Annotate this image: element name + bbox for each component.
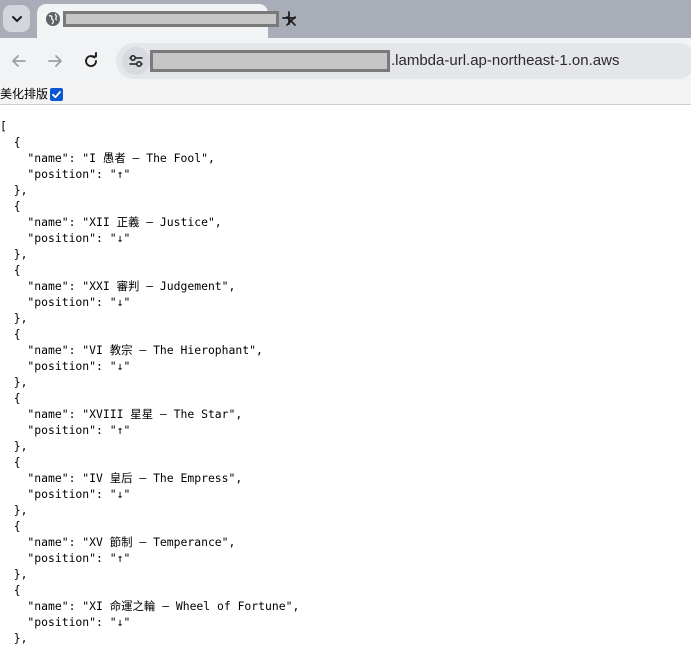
reload-icon (85, 52, 97, 67)
pretty-print-checkbox[interactable] (50, 87, 64, 101)
json-line: { (0, 391, 21, 405)
url-text: .lambda-url.ap-northeast-1.on.aws (391, 52, 620, 69)
globe-icon (46, 12, 60, 26)
json-line: { (0, 199, 21, 213)
json-line: "name": "XII 正義 — Justice", (0, 215, 222, 229)
json-line: }, (0, 567, 28, 581)
json-line: { (0, 519, 21, 533)
json-line: "name": "XXI 審判 — Judgement", (0, 279, 236, 293)
json-line: "name": "I 愚者 — The Fool", (0, 151, 215, 165)
json-line: }, (0, 503, 28, 517)
json-line: "name": "VI 教宗 — The Hierophant", (0, 343, 263, 357)
json-line: "position": "↓" (0, 295, 131, 309)
json-line: "position": "↓" (0, 359, 131, 373)
url-host-redacted (150, 50, 390, 72)
json-viewer: [ { "name": "I 愚者 — The Fool", "position… (0, 118, 691, 646)
json-line: "name": "XVIII 星星 — The Star", (0, 407, 243, 421)
browser-tab-active[interactable] (37, 4, 296, 38)
plus-icon (282, 11, 296, 25)
site-info-button[interactable] (122, 47, 150, 75)
forward-button[interactable] (43, 49, 67, 73)
json-line: { (0, 135, 21, 149)
arrow-left-icon (12, 55, 26, 67)
address-bar[interactable]: .lambda-url.ap-northeast-1.on.aws (116, 43, 691, 79)
json-line: { (0, 455, 21, 469)
json-line: { (0, 327, 21, 341)
json-line: { (0, 583, 21, 597)
json-line: "position": "↑" (0, 551, 131, 565)
json-line: "position": "↓" (0, 231, 131, 245)
json-line: }, (0, 439, 28, 453)
json-line: "position": "↑" (0, 423, 131, 437)
json-line: { (0, 263, 21, 277)
tab-strip (0, 0, 691, 38)
json-line: "position": "↓" (0, 487, 131, 501)
json-line: "position": "↓" (0, 615, 131, 629)
browser-toolbar: .lambda-url.ap-northeast-1.on.aws (0, 38, 691, 84)
json-line: "position": "↑" (0, 167, 131, 181)
new-tab-button[interactable] (276, 5, 302, 31)
pretty-print-bar: 美化排版 (0, 84, 691, 105)
back-button[interactable] (7, 49, 31, 73)
json-line: "name": "XV 節制 — Temperance", (0, 535, 236, 549)
tab-search-button[interactable] (3, 5, 30, 32)
arrow-right-icon (48, 55, 62, 67)
tune-icon (129, 55, 143, 67)
json-line: [ (0, 119, 7, 133)
pretty-print-label: 美化排版 (0, 87, 49, 101)
json-line: }, (0, 247, 28, 261)
checkmark-icon (52, 90, 61, 98)
json-line: }, (0, 311, 28, 325)
tab-title-redacted (63, 11, 279, 27)
chevron-down-icon (11, 15, 22, 22)
json-line: "name": "XI 命運之輪 — Wheel of Fortune", (0, 599, 300, 613)
json-line: }, (0, 183, 28, 197)
json-line: "name": "IV 皇后 — The Empress", (0, 471, 243, 485)
reload-button[interactable] (79, 49, 103, 73)
json-line: }, (0, 375, 28, 389)
